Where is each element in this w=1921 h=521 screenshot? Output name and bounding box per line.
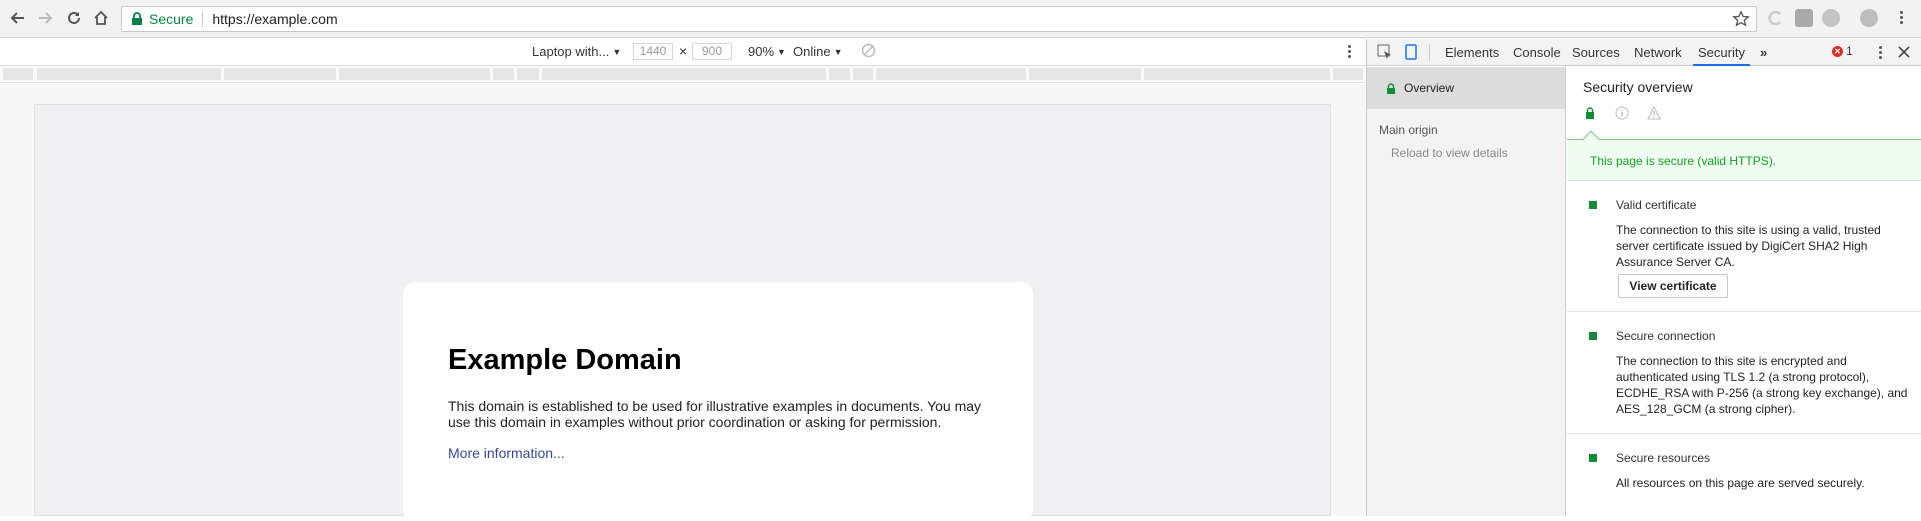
tab-security[interactable]: Security [1693, 45, 1750, 66]
page-card: Example Domain This domain is establishe… [403, 282, 1033, 521]
caret-down-icon: ▼ [833, 46, 843, 57]
secure-connection-section: Secure connection The connection to this… [1567, 312, 1921, 434]
secure-square-icon [1589, 332, 1597, 340]
ruler-segment[interactable] [517, 68, 539, 80]
error-count: 1 [1846, 44, 1853, 58]
info-icon [1615, 106, 1629, 120]
lock-icon [1387, 82, 1395, 94]
tab-network[interactable]: Network [1634, 45, 1682, 60]
network-throttle-select[interactable]: Online ▼ [793, 44, 843, 59]
chrome-menu-button[interactable] [1892, 8, 1912, 28]
lock-icon [132, 12, 142, 25]
devtools-menu-icon[interactable] [1879, 46, 1883, 60]
reload-button[interactable] [64, 8, 84, 28]
security-overview-title: Security overview [1583, 79, 1693, 95]
width-input[interactable]: 1440 [633, 43, 673, 60]
ruler-segment[interactable] [542, 68, 826, 80]
reload-hint: Reload to view details [1391, 146, 1508, 160]
warning-icon [1647, 106, 1661, 120]
bookmark-star-icon[interactable] [1732, 10, 1750, 28]
media-query-bar[interactable] [0, 66, 1366, 83]
emulated-viewport: Example Domain This domain is establishe… [34, 104, 1331, 521]
caret-down-icon: ▼ [777, 46, 786, 57]
extension-compass-icon[interactable] [1860, 9, 1878, 27]
section-description: The connection to this site is encrypted… [1616, 354, 1908, 416]
sidebar-item-overview[interactable]: Overview [1367, 67, 1565, 109]
caret-down-icon: ▼ [612, 46, 622, 57]
ruler-segment[interactable] [853, 68, 873, 80]
section-title: Valid certificate [1616, 198, 1697, 212]
device-label: Laptop with... [532, 44, 610, 59]
url-text[interactable]: https://example.com [212, 11, 337, 27]
device-toolbar: Laptop with... ▼ 1440 × 900 90% ▼ Online ▼ [0, 39, 1366, 66]
tab-console[interactable]: Console [1513, 45, 1561, 60]
security-overview: Security overview This page is secure (v… [1567, 67, 1921, 516]
valid-certificate-section: Valid certificate The connection to this… [1567, 182, 1921, 312]
main-origin-heading: Main origin [1379, 123, 1438, 137]
forward-button[interactable] [35, 8, 55, 28]
tab-elements[interactable]: Elements [1445, 45, 1499, 60]
network-label: Online [793, 44, 831, 59]
inspect-element-icon[interactable] [1377, 44, 1393, 60]
device-toggle-icon[interactable] [1403, 44, 1419, 60]
ruler-segment[interactable] [37, 68, 221, 80]
tabbar-divider [1429, 44, 1430, 61]
address-bar[interactable]: Secure https://example.com [121, 6, 1757, 32]
error-counter[interactable]: ✕ 1 [1832, 44, 1853, 58]
secure-lock-icon [1586, 107, 1594, 119]
arrow-left-icon [10, 12, 24, 24]
tab-sources[interactable]: Sources [1572, 45, 1620, 60]
dimension-times: × [679, 43, 688, 59]
omnibox-divider [202, 11, 204, 27]
extension-c-icon[interactable] [1767, 9, 1785, 27]
extension-cloud-icon[interactable] [1822, 9, 1840, 27]
ruler-segment[interactable] [1144, 68, 1330, 80]
more-information-link[interactable]: More information... [448, 445, 988, 461]
secure-summary-banner: This page is secure (valid HTTPS). [1567, 139, 1921, 181]
browser-toolbar: Secure https://example.com [0, 0, 1921, 38]
device-more-icon[interactable] [1348, 45, 1352, 59]
zoom-select[interactable]: 90% ▼ [748, 44, 786, 59]
devtools-panel: Elements Console Sources Network Securit… [1366, 39, 1921, 516]
page-heading: Example Domain [448, 344, 682, 376]
rotate-icon [861, 43, 876, 58]
reload-icon [68, 11, 80, 24]
ruler-segment[interactable] [493, 68, 514, 80]
ruler-segment[interactable] [876, 68, 1026, 80]
section-description: All resources on this page are served se… [1616, 476, 1865, 490]
ruler-segment[interactable] [1029, 68, 1141, 80]
height-input[interactable]: 900 [692, 43, 732, 60]
ruler-segment[interactable] [339, 68, 490, 80]
home-button[interactable] [91, 8, 111, 28]
device-select[interactable]: Laptop with... ▼ [532, 44, 621, 59]
extension-square-icon[interactable] [1795, 9, 1813, 27]
ruler-segment[interactable] [1333, 68, 1363, 80]
security-state-icons [1583, 106, 1661, 120]
ruler-segment[interactable] [3, 68, 33, 80]
ruler-segment[interactable] [224, 68, 336, 80]
page-body-text: This domain is established to be used fo… [448, 398, 982, 430]
arrow-right-icon [39, 12, 53, 24]
secure-label: Secure [149, 11, 194, 27]
home-icon [94, 10, 108, 25]
ruler-segment[interactable] [829, 68, 850, 80]
rotate-button[interactable] [861, 43, 876, 58]
zoom-label: 90% [748, 44, 775, 59]
secure-square-icon [1589, 201, 1597, 209]
devtools-tabbar: Elements Console Sources Network Securit… [1367, 39, 1921, 66]
back-button[interactable] [8, 8, 28, 28]
security-sidebar: Overview Main origin Reload to view deta… [1367, 67, 1566, 516]
error-icon: ✕ [1832, 45, 1843, 57]
close-icon[interactable] [1897, 45, 1911, 59]
more-vert-icon [1900, 11, 1904, 25]
secure-square-icon [1589, 454, 1597, 462]
section-title: Secure connection [1616, 329, 1716, 343]
section-description: The connection to this site is using a v… [1616, 223, 1881, 269]
secure-resources-section: Secure resources All resources on this p… [1567, 434, 1921, 516]
view-certificate-button[interactable]: View certificate [1618, 274, 1728, 298]
overview-label: Overview [1404, 81, 1455, 95]
section-title: Secure resources [1616, 451, 1711, 465]
more-tabs-button[interactable]: » [1760, 45, 1767, 60]
